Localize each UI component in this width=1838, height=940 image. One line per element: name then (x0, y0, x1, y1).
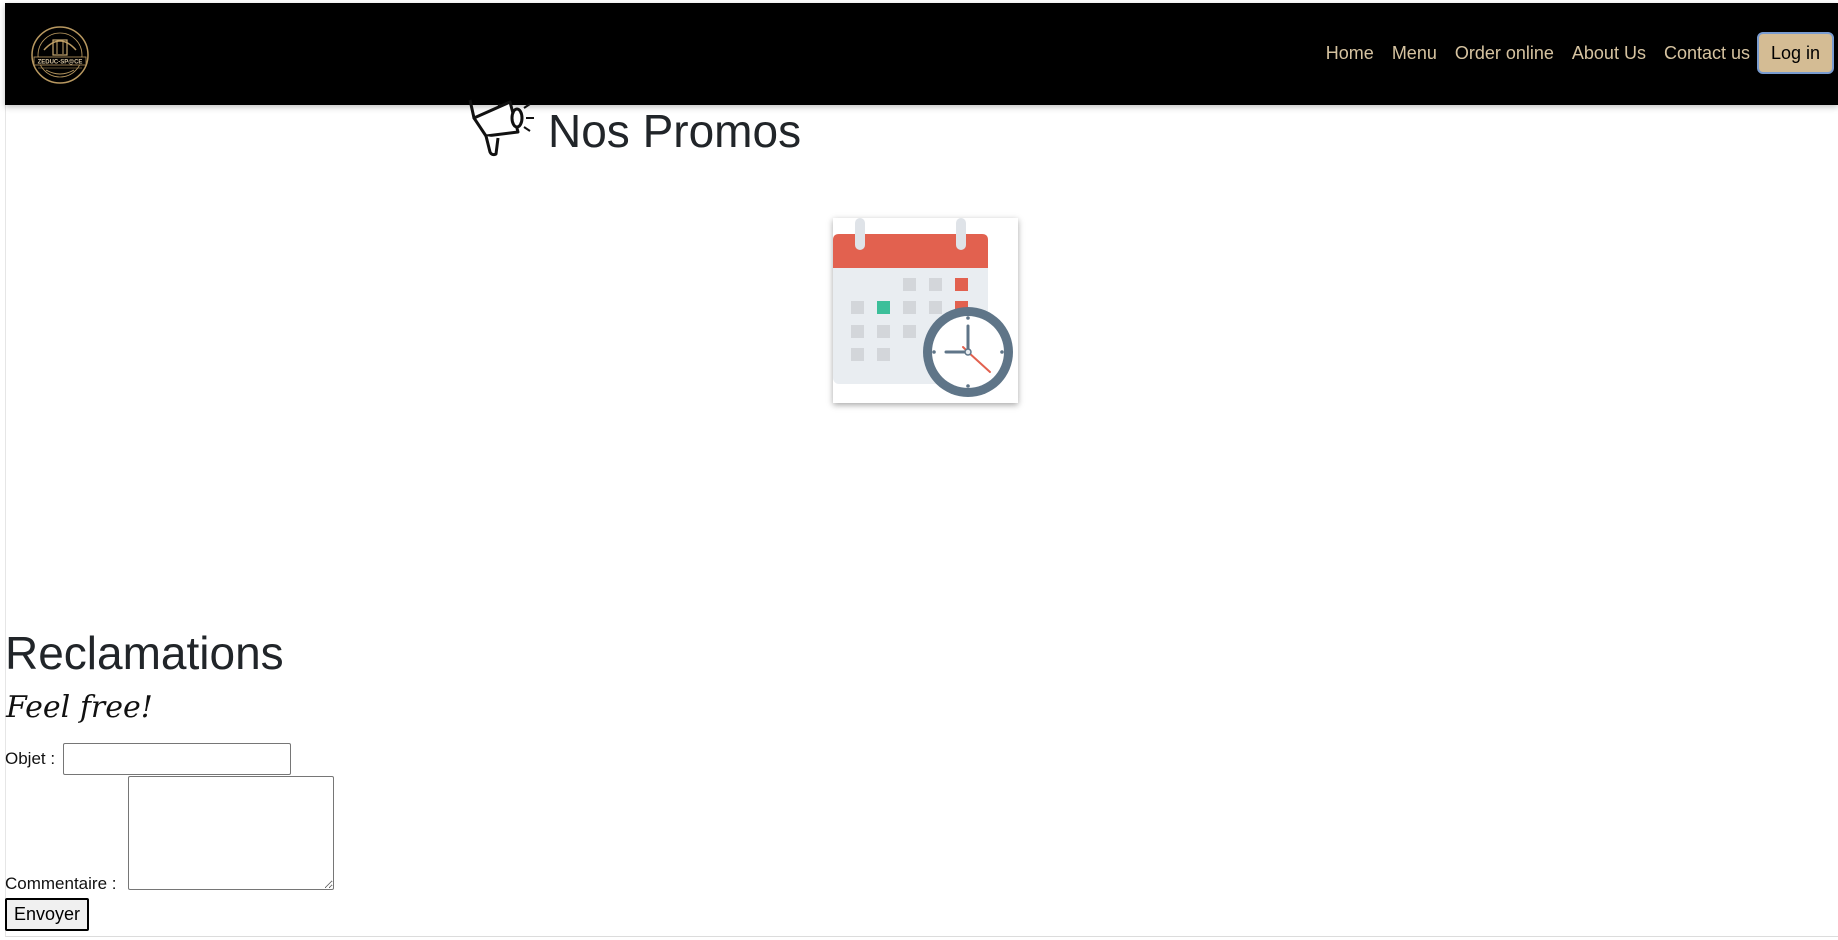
objet-input[interactable] (63, 743, 291, 775)
envoyer-button[interactable]: Envoyer (5, 898, 90, 931)
nav-home[interactable]: Home (1326, 43, 1374, 64)
commentaire-textarea[interactable] (128, 776, 334, 890)
login-button[interactable]: Log in (1756, 32, 1834, 74)
objet-label: Objet : (5, 749, 56, 768)
calendar-clock-image (833, 218, 1018, 403)
megaphone-icon (464, 98, 548, 160)
logo-text: ZEDUC-SP@CE (38, 60, 83, 66)
nav-menu[interactable]: Menu (1392, 43, 1437, 64)
reclamations-subtitle: Feel free! (6, 690, 153, 725)
nav-about-us[interactable]: About Us (1572, 43, 1646, 64)
navbar: ZEDUC-SP@CE Home Menu Order online About… (5, 3, 1838, 105)
reclamations-title: Reclamations (5, 627, 284, 679)
nav-links: Home Menu Order online About Us Contact … (1326, 43, 1750, 64)
nav-contact-us[interactable]: Contact us (1664, 43, 1750, 64)
commentaire-label: Commentaire : (5, 874, 117, 893)
promos-title: Nos Promos (548, 105, 802, 157)
logo[interactable]: ZEDUC-SP@CE (24, 24, 96, 86)
nav-order-online[interactable]: Order online (1455, 43, 1554, 64)
